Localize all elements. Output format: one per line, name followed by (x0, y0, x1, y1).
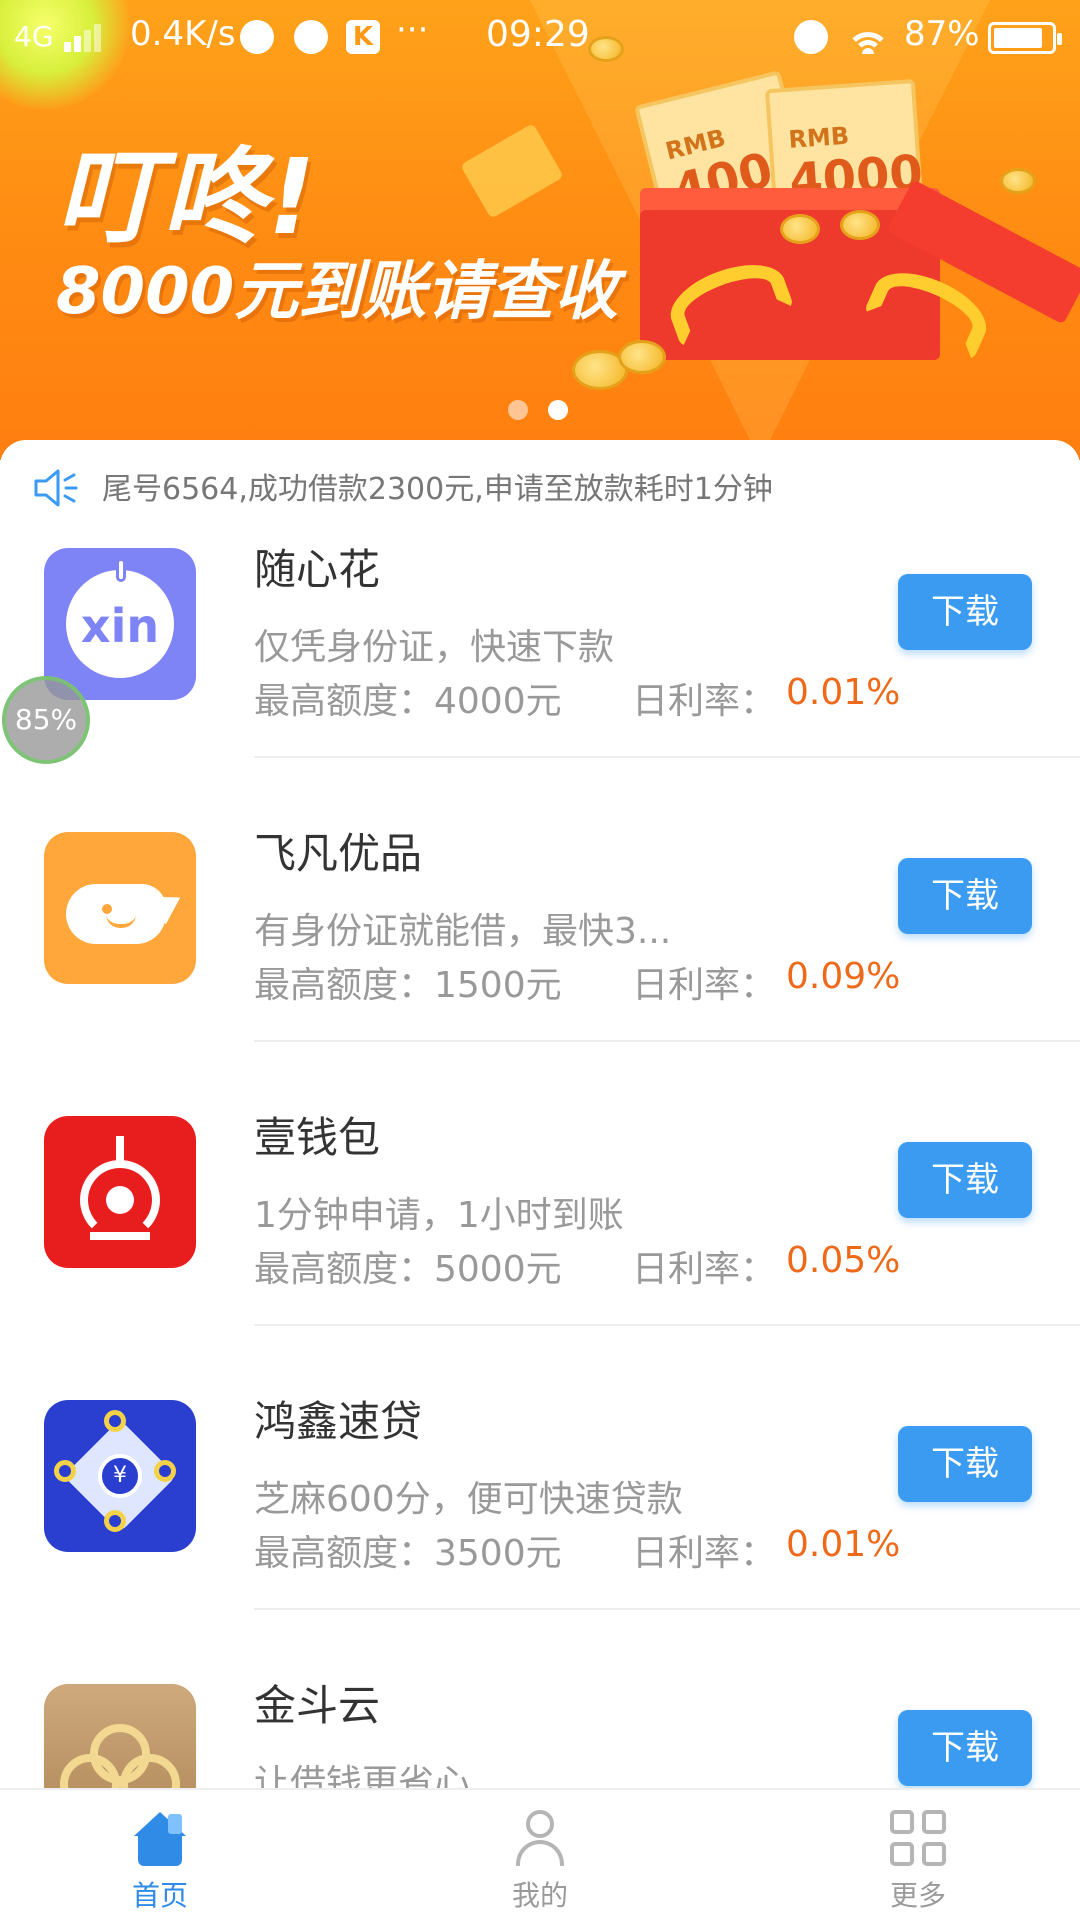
floating-percent-badge[interactable]: 85% (2, 676, 90, 764)
banner-subheadline: 8000元到账请查收 (56, 255, 619, 329)
max-limit: 最高额度：3500元 (254, 1533, 562, 1574)
tab-mine[interactable]: 我的 (440, 1790, 640, 1922)
app-logo-jindouyun[interactable] (44, 1684, 196, 1788)
coin-icon (840, 210, 880, 240)
alarm-icon (294, 20, 328, 54)
rate-label: 日利率： (632, 1533, 777, 1574)
daily-rate: 0.09% (786, 956, 901, 997)
list-item[interactable]: xin 随心花 仅凭身份证，快速下款 最高额度：4000元 日利率： 0.01%… (0, 536, 1080, 820)
network-type: 4G (14, 20, 54, 53)
announcement-bar: 尾号6564,成功借款2300元,申请至放款耗时1分钟 (0, 440, 1080, 536)
divider (254, 1040, 1080, 1042)
promo-banner[interactable]: 4G 0.4K/s K ··· 09:29 87% 叮咚! 8000元到账请查收… (0, 0, 1080, 460)
coin-icon (780, 214, 820, 244)
coin-icon (618, 340, 666, 374)
tab-home[interactable]: 首页 (60, 1790, 260, 1922)
download-button[interactable]: 下载 (898, 1426, 1032, 1502)
rate-label: 日利率： (632, 1249, 777, 1290)
pager-dot-active[interactable] (548, 400, 568, 420)
list-item[interactable]: 飞凡优品 有身份证就能借，最快3... 最高额度：1500元 日利率： 0.09… (0, 820, 1080, 1104)
download-button[interactable]: 下载 (898, 858, 1032, 934)
app-description: 让借钱更省心 (254, 1763, 471, 1788)
battery-percent: 87% (904, 14, 980, 54)
list-item[interactable]: 壹钱包 1分钟申请，1小时到账 最高额度：5000元 日利率： 0.05% 下载 (0, 1104, 1080, 1388)
app-name: 随心花 (254, 545, 381, 594)
app-logo-yiqianbao[interactable] (44, 1116, 196, 1268)
status-bar: 4G 0.4K/s K ··· 09:29 87% (0, 0, 1080, 76)
download-button[interactable]: 下载 (898, 1142, 1032, 1218)
max-limit: 最高额度：5000元 (254, 1249, 562, 1290)
pager-dot[interactable] (508, 400, 528, 420)
announcement-text: 尾号6564,成功借款2300元,申请至放款耗时1分钟 (102, 472, 773, 507)
app-logo-hongxin[interactable]: ¥ (44, 1400, 196, 1552)
network-speed: 0.4K/s (130, 14, 236, 54)
app-logo-whale[interactable] (44, 832, 196, 984)
app-notification-icon: K (346, 20, 380, 54)
daily-rate: 0.01% (786, 1524, 901, 1565)
download-button[interactable]: 下载 (898, 574, 1032, 650)
app-description: 有身份证就能借，最快3... (254, 911, 672, 952)
app-name: 金斗云 (254, 1681, 381, 1730)
divider (254, 1608, 1080, 1610)
app-name: 鸿鑫速贷 (254, 1397, 423, 1446)
list-item[interactable]: ¥ 鸿鑫速贷 芝麻600分，便可快速贷款 最高额度：3500元 日利率： 0.0… (0, 1388, 1080, 1672)
app-name: 壹钱包 (254, 1113, 381, 1162)
speaker-icon (34, 469, 78, 507)
tab-mine-label: 我的 (511, 1879, 568, 1912)
app-name: 飞凡优品 (254, 829, 423, 878)
list-item[interactable]: 金斗云 让借钱更省心 下载 (0, 1672, 1080, 1788)
bottom-navigation: 首页 我的 更多 (0, 1788, 1080, 1920)
tab-more-label: 更多 (889, 1879, 946, 1912)
max-limit: 最高额度：1500元 (254, 965, 562, 1006)
daily-rate: 0.01% (786, 672, 901, 713)
download-button[interactable]: 下载 (898, 1710, 1032, 1786)
max-limit: 最高额度：4000元 (254, 681, 562, 722)
home-icon (130, 1808, 190, 1868)
wifi-icon (846, 18, 890, 54)
daily-rate: 0.05% (786, 1240, 901, 1281)
clock: 09:29 (486, 14, 590, 55)
banner-pager[interactable] (508, 400, 572, 420)
battery-icon (988, 22, 1062, 54)
tab-home-label: 首页 (131, 1879, 188, 1912)
loan-list-panel: 尾号6564,成功借款2300元,申请至放款耗时1分钟 xin 随心花 仅凭身份… (0, 440, 1080, 1788)
divider (254, 756, 1080, 758)
more-notifications-icon: ··· (396, 10, 429, 50)
coin-icon (1000, 168, 1036, 194)
signal-icon (64, 24, 108, 52)
alarm-icon-right (794, 20, 828, 54)
app-description: 1分钟申请，1小时到账 (254, 1195, 624, 1236)
app-description: 仅凭身份证，快速下款 (254, 627, 615, 668)
app-logo-xin[interactable]: xin (44, 548, 196, 700)
check-icon (240, 20, 274, 54)
app-description: 芝麻600分，便可快速贷款 (254, 1479, 683, 1520)
rate-label: 日利率： (632, 965, 777, 1006)
coin-icon (588, 36, 624, 62)
rate-label: 日利率： (632, 681, 777, 722)
tab-more[interactable]: 更多 (818, 1790, 1018, 1922)
divider (254, 1324, 1080, 1326)
grid-icon (888, 1808, 948, 1868)
user-icon (510, 1808, 570, 1868)
